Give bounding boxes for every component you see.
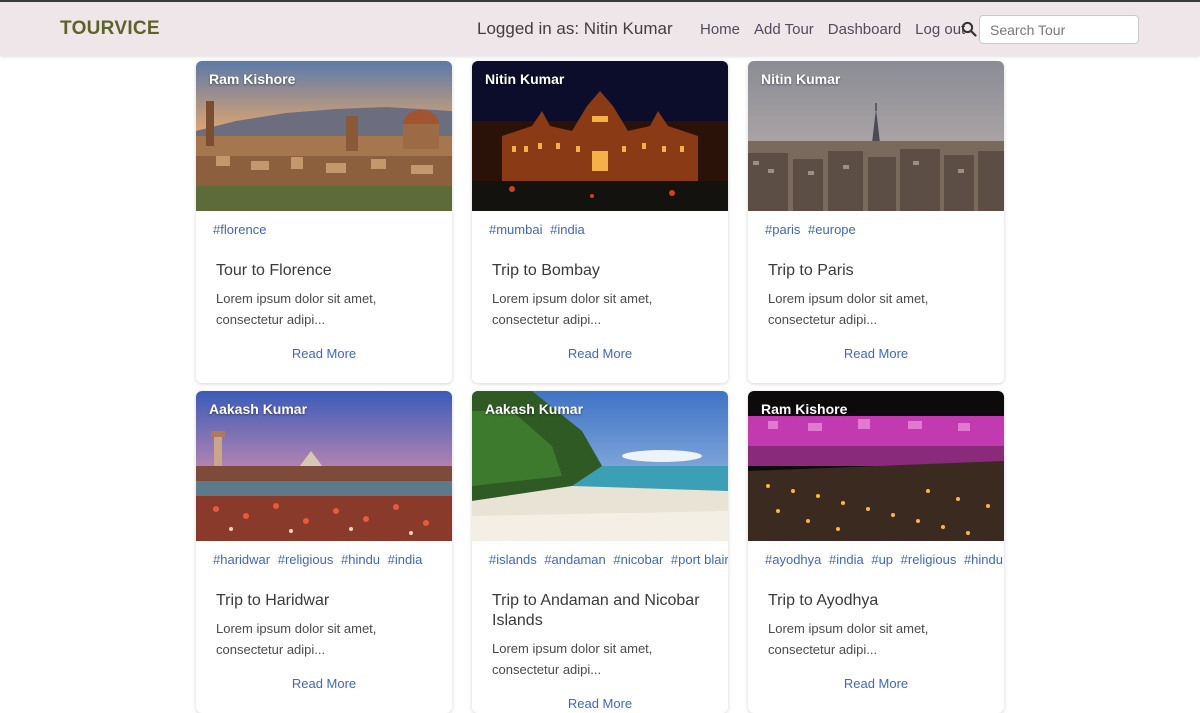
tour-card: Aakash Kumar #haridwar #religious #hindu… [196,391,452,713]
tag-link[interactable]: #religious [278,552,334,567]
tag-link[interactable]: #florence [213,222,266,237]
card-text: Lorem ipsum dolor sit amet, consectetur … [216,291,377,327]
card-author: Nitin Kumar [485,71,565,87]
card-tags: #paris #europe [765,222,860,237]
nav-logout-link[interactable]: Log out [915,21,965,38]
tag-link[interactable]: #india [829,552,864,567]
card-title: Trip to Paris [768,262,854,279]
tour-card: Nitin Kumar #paris #europe Trip to Paris… [748,61,1004,383]
card-tags: #islands #andaman #nicobar #port blair [489,552,728,567]
read-more-link[interactable]: Read More [472,346,728,361]
card-tags: #florence [213,222,270,237]
tour-card: Ram Kishore #florence Tour to Florence L… [196,61,452,383]
tag-link[interactable]: #nicobar [613,552,663,567]
card-text: Lorem ipsum dolor sit amet, consectetur … [768,621,929,657]
tag-link[interactable]: #up [871,552,893,567]
card-title: Trip to Bombay [492,262,600,279]
tag-link[interactable]: #islands [489,552,537,567]
tour-image[interactable]: Ram Kishore [748,391,1004,541]
card-title: Tour to Florence [216,262,332,279]
tag-link[interactable]: #haridwar [213,552,270,567]
search-input[interactable] [979,15,1139,44]
read-more-link[interactable]: Read More [748,346,1004,361]
read-more-link[interactable]: Read More [196,676,452,691]
card-text: Lorem ipsum dolor sit amet, consectetur … [216,621,377,657]
tag-link[interactable]: #hindu [341,552,380,567]
tour-image[interactable]: Nitin Kumar [748,61,1004,211]
card-title: Trip to Ayodhya [768,592,879,609]
tour-image[interactable]: Aakash Kumar [472,391,728,541]
tag-link[interactable]: #mumbai [489,222,542,237]
search-icon[interactable] [961,21,977,37]
tag-link[interactable]: #religious [901,552,957,567]
tag-link[interactable]: #hindu [964,552,1003,567]
nav-links: Home Add Tour Dashboard Log out [700,21,979,38]
tag-link[interactable]: #paris [765,222,800,237]
brand-logo[interactable]: TOURVICE [60,18,160,40]
tag-link[interactable]: #india [550,222,585,237]
card-author: Nitin Kumar [761,71,841,87]
card-author: Aakash Kumar [485,401,584,417]
tour-card: Nitin Kumar #mumbai #india Trip to Bomba… [472,61,728,383]
read-more-link[interactable]: Read More [748,676,1004,691]
nav-add-tour-link[interactable]: Add Tour [754,21,814,38]
tag-link[interactable]: #europe [808,222,856,237]
tour-image[interactable]: Aakash Kumar [196,391,452,541]
nav-dashboard-link[interactable]: Dashboard [828,21,901,38]
tour-image[interactable]: Nitin Kumar [472,61,728,211]
card-tags: #ayodhya #india #up #religious #hindu [765,552,1004,567]
card-text: Lorem ipsum dolor sit amet, consectetur … [492,641,653,677]
tour-image[interactable]: Ram Kishore [196,61,452,211]
card-author: Ram Kishore [209,71,296,87]
card-tags: #mumbai #india [489,222,589,237]
tag-link[interactable]: #port blair [671,552,728,567]
logged-in-label: Logged in as: Nitin Kumar [477,19,673,38]
card-author: Ram Kishore [761,401,848,417]
read-more-link[interactable]: Read More [472,696,728,711]
card-text: Lorem ipsum dolor sit amet, consectetur … [492,291,653,327]
tour-card: Aakash Kumar #islands #andaman #nicobar … [472,391,728,713]
read-more-link[interactable]: Read More [196,346,452,361]
navbar: TOURVICE Logged in as: Nitin Kumar Home … [0,0,1200,56]
nav-home-link[interactable]: Home [700,21,740,38]
card-title: Trip to Haridwar [216,592,330,609]
tag-link[interactable]: #india [388,552,423,567]
tour-card: Ram Kishore #ayodhya #india #up #religio… [748,391,1004,713]
card-text: Lorem ipsum dolor sit amet, consectetur … [768,291,929,327]
card-author: Aakash Kumar [209,401,308,417]
tag-link[interactable]: #ayodhya [765,552,821,567]
card-tags: #haridwar #religious #hindu #india [213,552,426,567]
tag-link[interactable]: #andaman [544,552,605,567]
card-title: Trip to Andaman and Nicobar Islands [492,592,700,629]
